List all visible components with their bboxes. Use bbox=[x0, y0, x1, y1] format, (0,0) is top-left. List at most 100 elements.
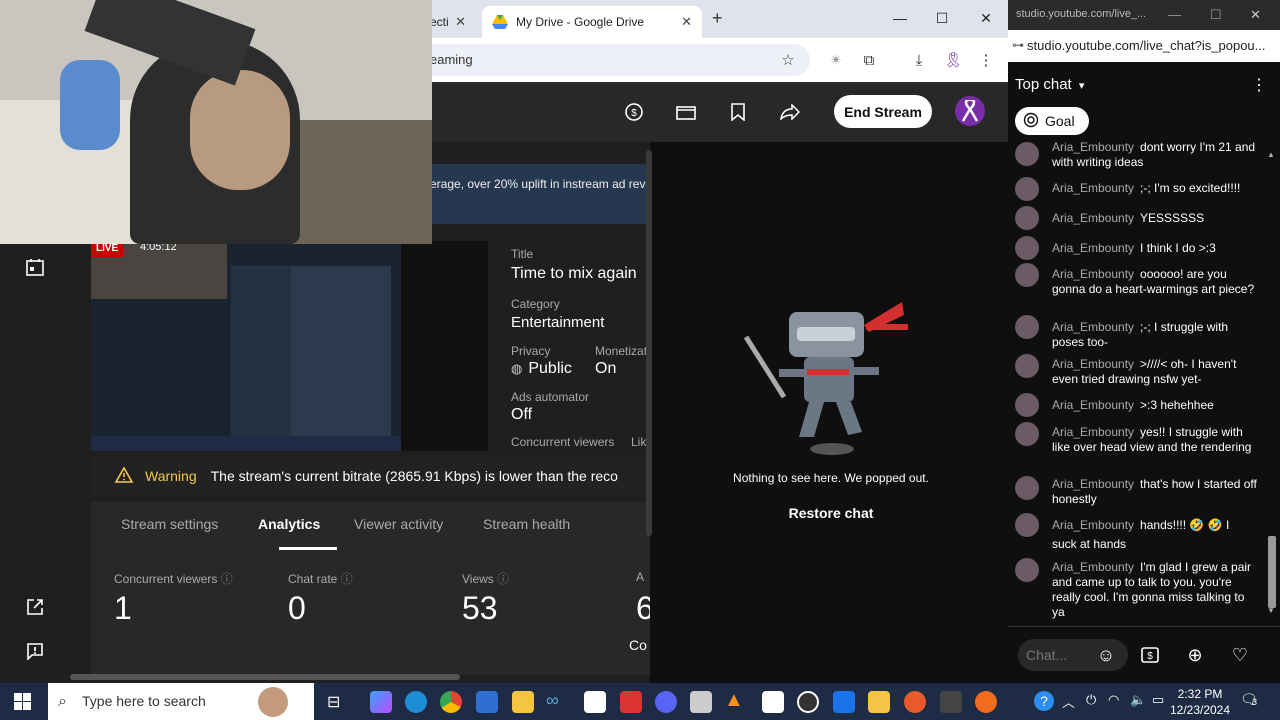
ribbon-icon[interactable]: 🎗 bbox=[941, 48, 965, 72]
close-icon[interactable]: ✕ bbox=[455, 14, 466, 30]
preview-taskbar bbox=[91, 436, 401, 451]
add-icon[interactable]: ⊕ bbox=[1184, 644, 1206, 666]
monetization-icon[interactable]: $ bbox=[622, 100, 646, 124]
top-chat-dropdown[interactable]: Top chat ▾ bbox=[1015, 76, 1084, 93]
feedback-icon[interactable] bbox=[24, 640, 46, 662]
chat-scrollbar[interactable]: ▲ ▼ bbox=[1267, 150, 1277, 616]
calendar-icon[interactable] bbox=[24, 256, 46, 278]
tab-analytics[interactable]: Analytics bbox=[258, 516, 320, 532]
download-icon[interactable]: ⤓ bbox=[907, 48, 931, 72]
puzzle-icon[interactable]: ⧉ bbox=[857, 48, 881, 72]
emoji-icon[interactable]: ☺ bbox=[1095, 644, 1117, 666]
info-banner: erage, over 20% uplift in instream ad re… bbox=[430, 164, 650, 224]
avatar[interactable] bbox=[1015, 142, 1039, 166]
horizontal-scrollbar[interactable] bbox=[70, 674, 460, 680]
chat-message: Aria_Embounty that's how I started off ho… bbox=[1052, 477, 1257, 507]
fl-studio-icon[interactable] bbox=[904, 691, 926, 713]
restore-chat-button[interactable]: Restore chat bbox=[654, 505, 1008, 521]
analytics-stats: Concurrent viewers ⓘ 1 Chat rate ⓘ 0 Vie… bbox=[91, 550, 650, 675]
star-app-icon[interactable] bbox=[868, 691, 890, 713]
avatar[interactable] bbox=[1015, 476, 1039, 500]
file-explorer-icon[interactable] bbox=[512, 691, 534, 713]
scroll-up-icon[interactable]: ▲ bbox=[1267, 150, 1275, 159]
avatar[interactable] bbox=[1015, 558, 1039, 582]
battery-icon[interactable]: ▭ bbox=[1152, 692, 1164, 708]
store-icon[interactable] bbox=[476, 691, 498, 713]
settings-icon[interactable]: ⊶ bbox=[1012, 38, 1024, 52]
webcam-face bbox=[190, 70, 290, 190]
stream-preview[interactable] bbox=[91, 241, 488, 451]
taskbar-clock[interactable]: 2:32 PM 12/23/2024 bbox=[1168, 686, 1232, 718]
clapperboard-icon[interactable] bbox=[674, 100, 698, 124]
minimize-button[interactable]: — bbox=[1168, 7, 1181, 22]
edge-icon[interactable] bbox=[405, 691, 427, 713]
avatar[interactable] bbox=[1015, 422, 1039, 446]
close-window-button[interactable]: ✕ bbox=[1250, 7, 1261, 23]
tab-stream-health[interactable]: Stream health bbox=[483, 516, 570, 532]
chat-author: Aria_Embounty bbox=[1052, 267, 1135, 281]
avatar[interactable] bbox=[1015, 206, 1039, 230]
infinity-icon[interactable]: ∞ bbox=[546, 690, 559, 711]
dropbox-icon[interactable] bbox=[584, 691, 606, 713]
chat-message: Aria_Embounty hands!!!! 🤣 🤣 I suck at han… bbox=[1052, 516, 1257, 554]
taskbar-search[interactable]: ⌕ Type here to search bbox=[48, 683, 314, 720]
end-stream-button[interactable]: End Stream bbox=[834, 95, 932, 128]
likes-label: Lik bbox=[631, 435, 647, 449]
chat-scroll-thumb[interactable] bbox=[1268, 536, 1276, 608]
tab-google-drive[interactable]: My Drive - Google Drive ✕ bbox=[482, 6, 702, 38]
avatar[interactable] bbox=[1015, 393, 1039, 417]
close-icon[interactable]: ✕ bbox=[681, 14, 692, 30]
avatar[interactable] bbox=[955, 96, 985, 126]
wifi-icon[interactable]: ◠ bbox=[1108, 692, 1119, 708]
chrome-icon[interactable] bbox=[440, 691, 462, 713]
avatar[interactable] bbox=[1015, 513, 1039, 537]
privacy-label: Privacy bbox=[511, 344, 551, 358]
chat-address-bar[interactable]: ⊶ studio.youtube.com/live_chat?is_popou.… bbox=[1008, 30, 1280, 62]
usb-icon[interactable]: ⏻ bbox=[1086, 692, 1096, 708]
vlc-icon[interactable]: ▲ bbox=[724, 689, 744, 712]
share-icon[interactable] bbox=[778, 100, 802, 124]
app-icon[interactable] bbox=[690, 691, 712, 713]
discord-icon[interactable] bbox=[655, 691, 677, 713]
notification-icon[interactable]: 🗨 3 bbox=[1240, 691, 1258, 708]
windows-start-icon[interactable] bbox=[14, 693, 31, 715]
windows-taskbar: ⌕ Type here to search ⊟ ∞ ▲ ? ︿ ⏻ ◠ 🔈 ▭ … bbox=[0, 683, 1280, 720]
goal-chip[interactable]: Goal bbox=[1015, 107, 1089, 135]
task-view-icon[interactable]: ⊟ bbox=[327, 692, 340, 712]
avatar[interactable] bbox=[1015, 177, 1039, 201]
chat-author: Aria_Embounty bbox=[1052, 211, 1135, 225]
help-icon[interactable]: ? bbox=[1034, 691, 1054, 711]
copilot-icon[interactable] bbox=[370, 691, 392, 713]
recording-app-icon[interactable] bbox=[620, 691, 642, 713]
avatar[interactable] bbox=[1015, 354, 1039, 378]
vertical-scrollbar[interactable] bbox=[646, 150, 652, 536]
heart-icon[interactable]: ♡ bbox=[1229, 644, 1251, 666]
more-options-icon[interactable]: ⋮ bbox=[1251, 75, 1267, 95]
avatar[interactable] bbox=[1015, 263, 1039, 287]
minimize-button[interactable]: — bbox=[878, 0, 922, 36]
avatar[interactable] bbox=[1015, 315, 1039, 339]
volume-icon[interactable]: 🔈 bbox=[1130, 692, 1146, 708]
tab-stream-settings[interactable]: Stream settings bbox=[121, 516, 218, 532]
obs-icon[interactable] bbox=[797, 691, 819, 713]
clock-time: 2:32 PM bbox=[1177, 687, 1223, 701]
maximize-button[interactable]: ☐ bbox=[1210, 7, 1222, 23]
misc-app-icon[interactable] bbox=[940, 691, 962, 713]
close-window-button[interactable]: ✕ bbox=[964, 0, 1008, 36]
star-icon[interactable]: ☆ bbox=[776, 48, 800, 72]
chevron-up-icon[interactable]: ︿ bbox=[1062, 692, 1075, 711]
super-chat-icon[interactable]: $ bbox=[1139, 644, 1161, 666]
external-link-icon[interactable] bbox=[24, 596, 46, 618]
menu-dots-icon[interactable]: ⋮ bbox=[974, 48, 998, 72]
maximize-button[interactable]: ☐ bbox=[920, 0, 964, 36]
new-tab-button[interactable]: + bbox=[712, 8, 723, 29]
music-app-icon[interactable] bbox=[975, 691, 997, 713]
scroll-down-icon[interactable]: ▼ bbox=[1267, 606, 1275, 615]
extension-icon[interactable]: ✴ bbox=[824, 48, 848, 72]
mail-icon[interactable] bbox=[833, 691, 855, 713]
window-app-icon[interactable] bbox=[762, 691, 784, 713]
tab-viewer-activity[interactable]: Viewer activity bbox=[354, 516, 443, 532]
address-bar[interactable]: eaming bbox=[380, 44, 810, 76]
bookmark-icon[interactable] bbox=[726, 100, 750, 124]
avatar[interactable] bbox=[1015, 236, 1039, 260]
